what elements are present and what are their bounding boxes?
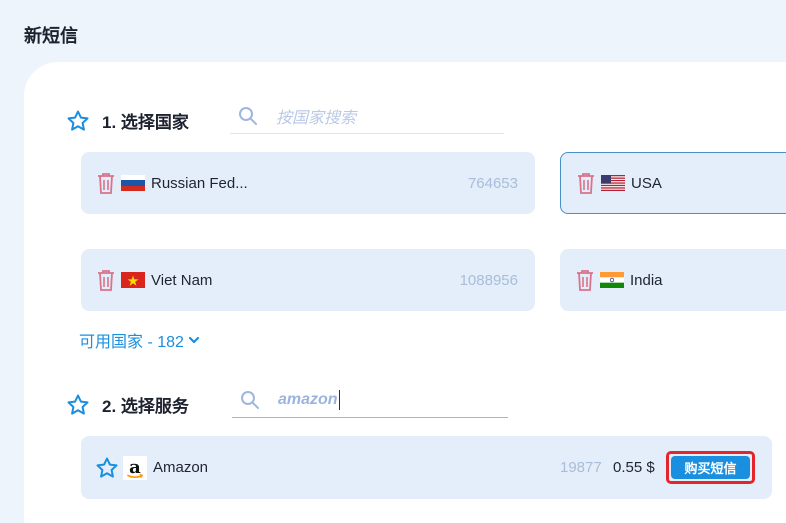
- country-card-usa[interactable]: USA: [560, 152, 786, 214]
- country-section-header: 1. 选择国家: [66, 108, 189, 133]
- service-section-header: 2. 选择服务: [66, 392, 189, 417]
- star-icon[interactable]: [66, 109, 90, 133]
- trash-icon[interactable]: [575, 171, 597, 195]
- service-search-input[interactable]: amazon: [232, 382, 508, 418]
- country-card-india[interactable]: India: [560, 249, 786, 311]
- service-count: 19877: [560, 459, 602, 476]
- service-price: 0.55 $: [613, 459, 655, 476]
- trash-icon[interactable]: [95, 268, 117, 292]
- available-countries-label: 可用国家 - 182: [79, 334, 184, 351]
- buy-sms-button[interactable]: 购买短信: [671, 456, 750, 479]
- service-name: Amazon: [153, 459, 209, 476]
- amazon-logo-icon: a: [123, 455, 147, 480]
- india-flag-icon: [600, 272, 624, 288]
- country-count: 1088956: [459, 271, 518, 289]
- service-section-title: 2. 选择服务: [102, 397, 189, 416]
- svg-text:a: a: [129, 457, 141, 478]
- country-card-russia[interactable]: Russian Fed... 764653: [81, 152, 535, 214]
- country-name: USA: [631, 174, 662, 192]
- country-card-vietnam[interactable]: Viet Nam 1088956: [81, 249, 535, 311]
- star-icon[interactable]: [66, 393, 90, 417]
- country-section-title: 1. 选择国家: [102, 113, 189, 132]
- country-name: Russian Fed...: [151, 174, 248, 192]
- country-search-placeholder: 按国家搜索: [276, 109, 357, 127]
- buy-button-highlight: 购买短信: [666, 451, 755, 484]
- chevron-down-icon: [188, 336, 200, 344]
- search-icon: [241, 390, 259, 409]
- country-search-input[interactable]: 按国家搜索: [230, 98, 504, 134]
- country-count: 764653: [467, 174, 518, 192]
- text-caret: [338, 389, 340, 410]
- star-icon[interactable]: [95, 456, 119, 480]
- vietnam-flag-icon: [121, 272, 145, 288]
- russia-flag-icon: [121, 175, 145, 191]
- country-name: India: [630, 271, 663, 289]
- service-card-amazon[interactable]: a Amazon 19877 0.55 $ 购买短信: [81, 436, 772, 499]
- service-search-value: amazon: [278, 390, 338, 408]
- usa-flag-icon: [601, 175, 625, 191]
- search-icon: [239, 106, 257, 125]
- available-countries-link[interactable]: 可用国家 - 182: [79, 328, 200, 352]
- trash-icon[interactable]: [95, 171, 117, 195]
- page-title: 新短信: [24, 26, 78, 46]
- country-name: Viet Nam: [151, 271, 213, 289]
- trash-icon[interactable]: [574, 268, 596, 292]
